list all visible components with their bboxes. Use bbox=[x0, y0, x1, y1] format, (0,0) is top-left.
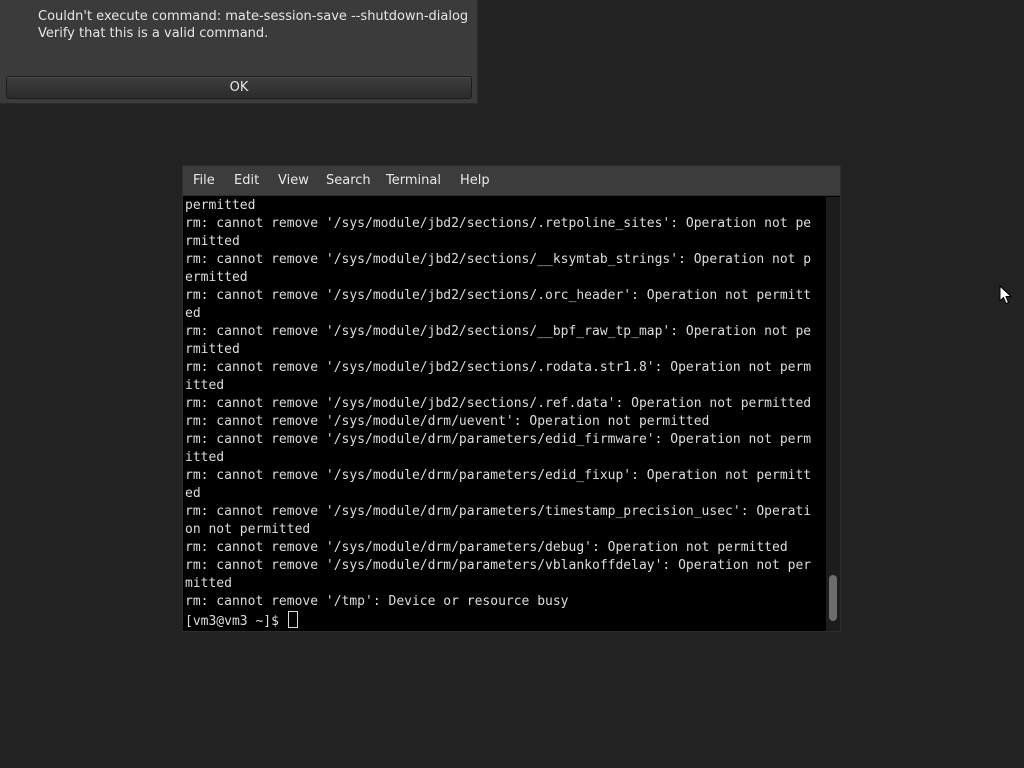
terminal-line: rm: cannot remove '/sys/module/drm/ueven… bbox=[185, 414, 710, 429]
desktop-background: Couldn't execute command: mate-session-s… bbox=[0, 0, 1024, 768]
menu-file[interactable]: File bbox=[187, 166, 221, 196]
terminal-line: rm: cannot remove '/sys/module/drm/param… bbox=[185, 432, 812, 447]
terminal-output[interactable]: permitted rm: cannot remove '/sys/module… bbox=[185, 197, 825, 631]
terminal-line: rm: cannot remove '/sys/module/jbd2/sect… bbox=[185, 252, 812, 267]
terminal-line: ermitted bbox=[185, 270, 248, 285]
terminal-line: ed bbox=[185, 306, 201, 321]
terminal-line: rm: cannot remove '/sys/module/jbd2/sect… bbox=[185, 396, 812, 411]
menu-help[interactable]: Help bbox=[454, 166, 496, 196]
terminal-line: rm: cannot remove '/sys/module/jbd2/sect… bbox=[185, 216, 812, 231]
terminal-scrollbar[interactable] bbox=[826, 197, 840, 631]
error-message-line-2: Verify that this is a valid command. bbox=[38, 26, 269, 41]
terminal-line: rm: cannot remove '/sys/module/drm/param… bbox=[185, 504, 812, 519]
terminal-line: rm: cannot remove '/sys/module/drm/param… bbox=[185, 468, 812, 483]
terminal-line: rm: cannot remove '/tmp': Device or reso… bbox=[185, 594, 569, 609]
error-message: Couldn't execute command: mate-session-s… bbox=[38, 8, 468, 42]
terminal-menubar: File Edit View Search Terminal Help bbox=[183, 166, 840, 196]
terminal-line: itted bbox=[185, 378, 225, 393]
scrollbar-thumb[interactable] bbox=[829, 575, 837, 621]
terminal-line: ed bbox=[185, 486, 201, 501]
ok-button[interactable]: OK bbox=[6, 76, 472, 99]
menu-terminal[interactable]: Terminal bbox=[380, 166, 447, 196]
error-dialog: Couldn't execute command: mate-session-s… bbox=[0, 0, 478, 104]
error-message-line-1: Couldn't execute command: mate-session-s… bbox=[38, 9, 469, 24]
shell-prompt: [vm3@vm3 ~]$ bbox=[185, 614, 287, 629]
terminal-line: rm: cannot remove '/sys/module/jbd2/sect… bbox=[185, 360, 812, 375]
terminal-line: itted bbox=[185, 450, 225, 465]
terminal-line: on not permitted bbox=[185, 522, 311, 537]
terminal-line: rm: cannot remove '/sys/module/jbd2/sect… bbox=[185, 288, 812, 303]
terminal-prompt-line[interactable]: [vm3@vm3 ~]$ bbox=[185, 611, 825, 629]
terminal-line: rm: cannot remove '/sys/module/drm/param… bbox=[185, 558, 812, 573]
terminal-line: mitted bbox=[185, 576, 232, 591]
menu-search[interactable]: Search bbox=[320, 166, 377, 196]
menu-edit[interactable]: Edit bbox=[228, 166, 265, 196]
terminal-line: rm: cannot remove '/sys/module/drm/param… bbox=[185, 540, 788, 555]
terminal-line: rm: cannot remove '/sys/module/jbd2/sect… bbox=[185, 324, 812, 339]
text-cursor bbox=[287, 611, 298, 628]
mouse-pointer-icon bbox=[999, 285, 1013, 305]
menu-view[interactable]: View bbox=[272, 166, 315, 196]
terminal-line: permitted bbox=[185, 198, 256, 213]
terminal-line: rmitted bbox=[185, 234, 240, 249]
terminal-window[interactable]: File Edit View Search Terminal Help perm… bbox=[183, 166, 840, 631]
terminal-line: rmitted bbox=[185, 342, 240, 357]
